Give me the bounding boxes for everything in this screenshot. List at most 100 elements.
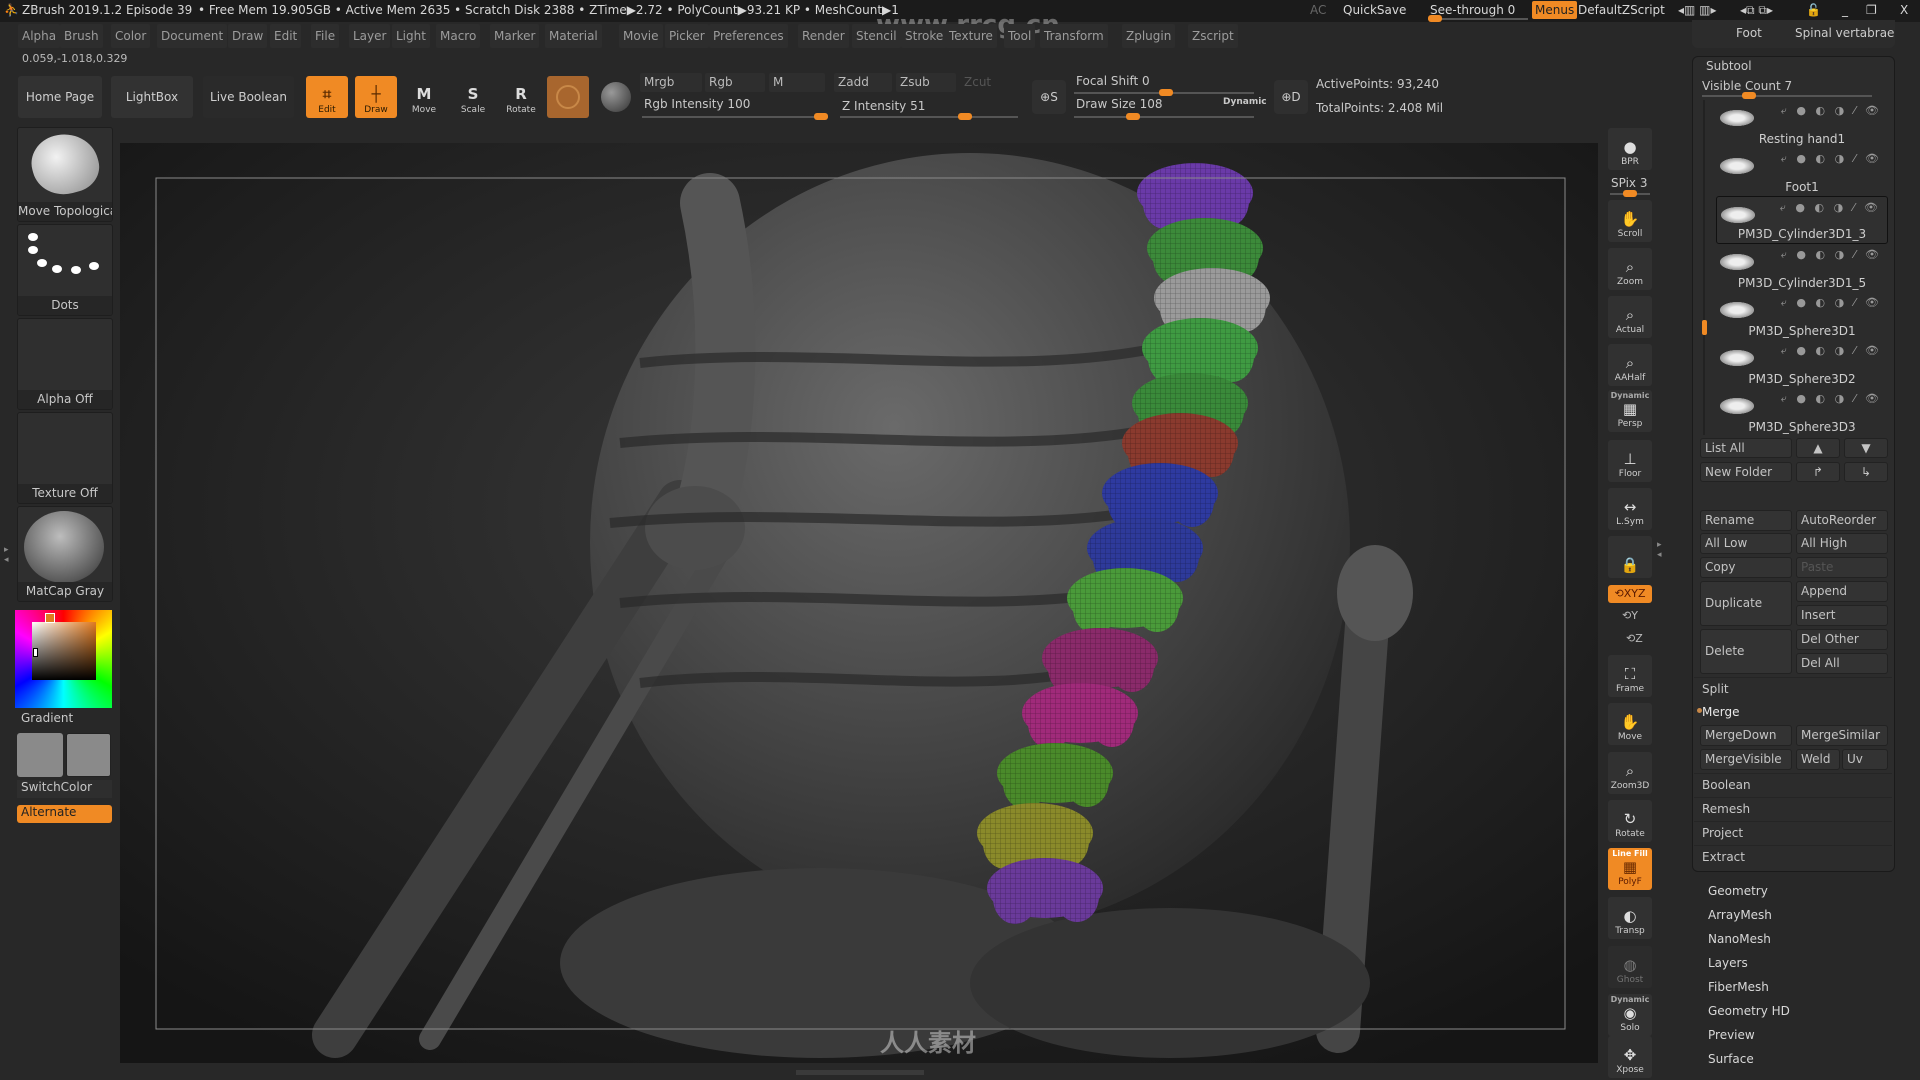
frame-button[interactable]: ⛶ Frame (1608, 655, 1652, 697)
paste-button[interactable]: Paste (1796, 557, 1888, 578)
window-tiles-icon[interactable]: ◂⧉ ⧉▸ (1740, 3, 1773, 18)
menu-edit[interactable]: Edit (270, 24, 302, 48)
live-boolean-button[interactable]: Live Boolean (203, 76, 294, 118)
copy-button[interactable]: Copy (1700, 557, 1792, 578)
hue-marker[interactable] (45, 613, 55, 623)
menu-transform[interactable]: Transform (1040, 24, 1108, 48)
layout-arrows-icon[interactable]: ◂▥ ▥▸ (1678, 3, 1717, 17)
transp-button[interactable]: ◐ Transp (1608, 897, 1652, 939)
actual-button[interactable]: ⌕ Actual (1608, 296, 1652, 338)
tool-tab-spinal-vertabrae[interactable]: Spinal vertabrae (1795, 26, 1894, 40)
menu-fibermesh[interactable]: FiberMesh (1708, 980, 1769, 994)
new-folder-button[interactable]: New Folder (1700, 462, 1792, 482)
alpha-selector[interactable]: Alpha Off (17, 318, 113, 410)
minimize-icon[interactable]: _ (1842, 3, 1848, 17)
subtool-visibility-icons[interactable]: ⤶ ● ◐ ◑ ⁄ 👁 (1781, 392, 1882, 406)
subtool-item[interactable]: ⤶ ● ◐ ◑ ⁄ 👁 PM3D_Cylinder3D1_3 (1716, 196, 1888, 244)
rotate-xyz-button[interactable]: ⟲XYZ (1608, 585, 1652, 603)
menu-material[interactable]: Material (545, 24, 602, 48)
menu-stencil[interactable]: Stencil (852, 24, 901, 48)
subtool-visibility-icons[interactable]: ⤶ ● ◐ ◑ ⁄ 👁 (1781, 344, 1882, 358)
menu-zplugin[interactable]: Zplugin (1122, 24, 1176, 48)
brush-selector[interactable]: Move Topologica (17, 127, 113, 222)
uv-button[interactable]: Uv (1842, 749, 1888, 770)
menu-tool[interactable]: Tool (1004, 24, 1036, 48)
zsub-button[interactable]: Zsub (896, 73, 956, 92)
see-through-slider[interactable]: See-through 0 (1430, 3, 1515, 17)
rgb-intensity-slider[interactable] (642, 113, 828, 120)
xpose-button[interactable]: ✥ Xpose (1608, 1036, 1652, 1078)
folder-in-icon[interactable]: ↱ (1796, 462, 1840, 482)
menu-geometry[interactable]: Geometry (1708, 884, 1768, 898)
restore-icon[interactable]: ❐ (1866, 3, 1877, 17)
ghost-button[interactable]: ◍ Ghost (1608, 946, 1652, 988)
close-icon[interactable]: X (1900, 3, 1908, 17)
lock-icon[interactable]: 🔓 (1806, 3, 1821, 17)
project-section[interactable]: Project (1694, 821, 1892, 844)
draw-button[interactable]: ┼ Draw (355, 76, 397, 118)
menu-stroke[interactable]: Stroke (901, 24, 948, 48)
rotate-button[interactable]: ↻ Rotate (1608, 800, 1652, 842)
duplicate-button[interactable]: Duplicate (1700, 581, 1792, 626)
lazy-mouse-d-icon[interactable]: ⊕D (1274, 80, 1308, 114)
extract-section[interactable]: Extract (1694, 845, 1892, 868)
del-all-button[interactable]: Del All (1796, 653, 1888, 674)
menu-movie[interactable]: Movie (619, 24, 663, 48)
menu-marker[interactable]: Marker (490, 24, 540, 48)
material-button[interactable] (547, 76, 589, 118)
move-down-arrow-icon[interactable]: ▼ (1844, 438, 1888, 458)
menus-button[interactable]: Menus (1532, 1, 1578, 19)
menu-light[interactable]: Light (392, 24, 430, 48)
rename-button[interactable]: Rename (1700, 510, 1792, 531)
quicksave-button[interactable]: QuickSave (1343, 3, 1406, 17)
dynamic-toggle[interactable]: Dynamic (1223, 97, 1267, 107)
subtool-item[interactable]: ⤶ ● ◐ ◑ ⁄ 👁 PM3D_Cylinder3D1_5 (1716, 244, 1888, 292)
edit-button[interactable]: ⌗ Edit (306, 76, 348, 118)
focal-shift-slider[interactable] (1074, 89, 1254, 96)
viewport-canvas[interactable]: 人人素材 (120, 143, 1598, 1063)
aahalf-button[interactable]: ⌕ AAHalf (1608, 344, 1652, 386)
color-picker[interactable] (15, 610, 112, 708)
lsym-button[interactable]: ↔ L.Sym (1608, 488, 1652, 530)
floor-button[interactable]: ⊥ Floor (1608, 440, 1652, 482)
zoom3d-button[interactable]: ⌕ Zoom3D (1608, 752, 1652, 794)
subtool-item[interactable]: ⤶ ● ◐ ◑ ⁄ 👁 PM3D_Sphere3D2 (1716, 340, 1888, 388)
merge-visible-button[interactable]: MergeVisible (1700, 749, 1792, 770)
visible-count-slider[interactable] (1702, 92, 1872, 99)
boolean-section[interactable]: Boolean (1694, 773, 1892, 796)
menu-color[interactable]: Color (111, 24, 151, 48)
subtool-visibility-icons[interactable]: ⤶ ● ◐ ◑ ⁄ 👁 (1781, 152, 1882, 166)
menu-layer[interactable]: Layer (349, 24, 391, 48)
rotate-button[interactable]: R Rotate (501, 76, 541, 118)
scroll-button[interactable]: ✋ Scroll (1608, 200, 1652, 242)
menu-geometry-hd[interactable]: Geometry HD (1708, 1004, 1790, 1018)
weld-button[interactable]: Weld (1796, 749, 1840, 770)
menu-alpha[interactable]: Alpha (18, 24, 61, 48)
merge-down-button[interactable]: MergeDown (1700, 725, 1792, 746)
menu-document[interactable]: Document (157, 24, 228, 48)
subtool-visibility-icons[interactable]: ⤶ ● ◐ ◑ ⁄ 👁 (1781, 296, 1882, 310)
polyf-button[interactable]: Line Fill ▦ PolyF (1608, 848, 1652, 890)
subtool-scrollbar[interactable] (1702, 100, 1707, 435)
move-button[interactable]: ✋ Move (1608, 703, 1652, 745)
subtool-title[interactable]: Subtool (1706, 59, 1752, 73)
zadd-button[interactable]: Zadd (834, 73, 892, 92)
del-other-button[interactable]: Del Other (1796, 629, 1888, 650)
menu-draw[interactable]: Draw (228, 24, 268, 48)
sculpt-scene[interactable] (120, 143, 1598, 1063)
m-button[interactable]: M (769, 73, 825, 92)
subtool-item[interactable]: ⤶ ● ◐ ◑ ⁄ 👁 Resting hand1 (1716, 100, 1888, 148)
menu-brush[interactable]: Brush (60, 24, 103, 48)
menu-preview[interactable]: Preview (1708, 1028, 1755, 1042)
stroke-selector[interactable]: Dots (17, 224, 113, 316)
scale-button[interactable]: S Scale (453, 76, 493, 118)
remesh-section[interactable]: Remesh (1694, 797, 1892, 820)
folder-out-icon[interactable]: ↳ (1844, 462, 1888, 482)
lightbox-button[interactable]: LightBox (111, 76, 193, 118)
split-button[interactable]: Split (1694, 677, 1892, 700)
ac-button[interactable]: AC (1310, 3, 1326, 17)
switch-color-button[interactable]: SwitchColor (17, 780, 112, 798)
subtool-visibility-icons[interactable]: ⤶ ● ◐ ◑ ⁄ 👁 (1781, 104, 1882, 118)
rotate-y-button[interactable]: ⟲Y (1622, 609, 1638, 622)
left-tray-toggle-icon[interactable]: ▸ ◂ (4, 545, 9, 565)
